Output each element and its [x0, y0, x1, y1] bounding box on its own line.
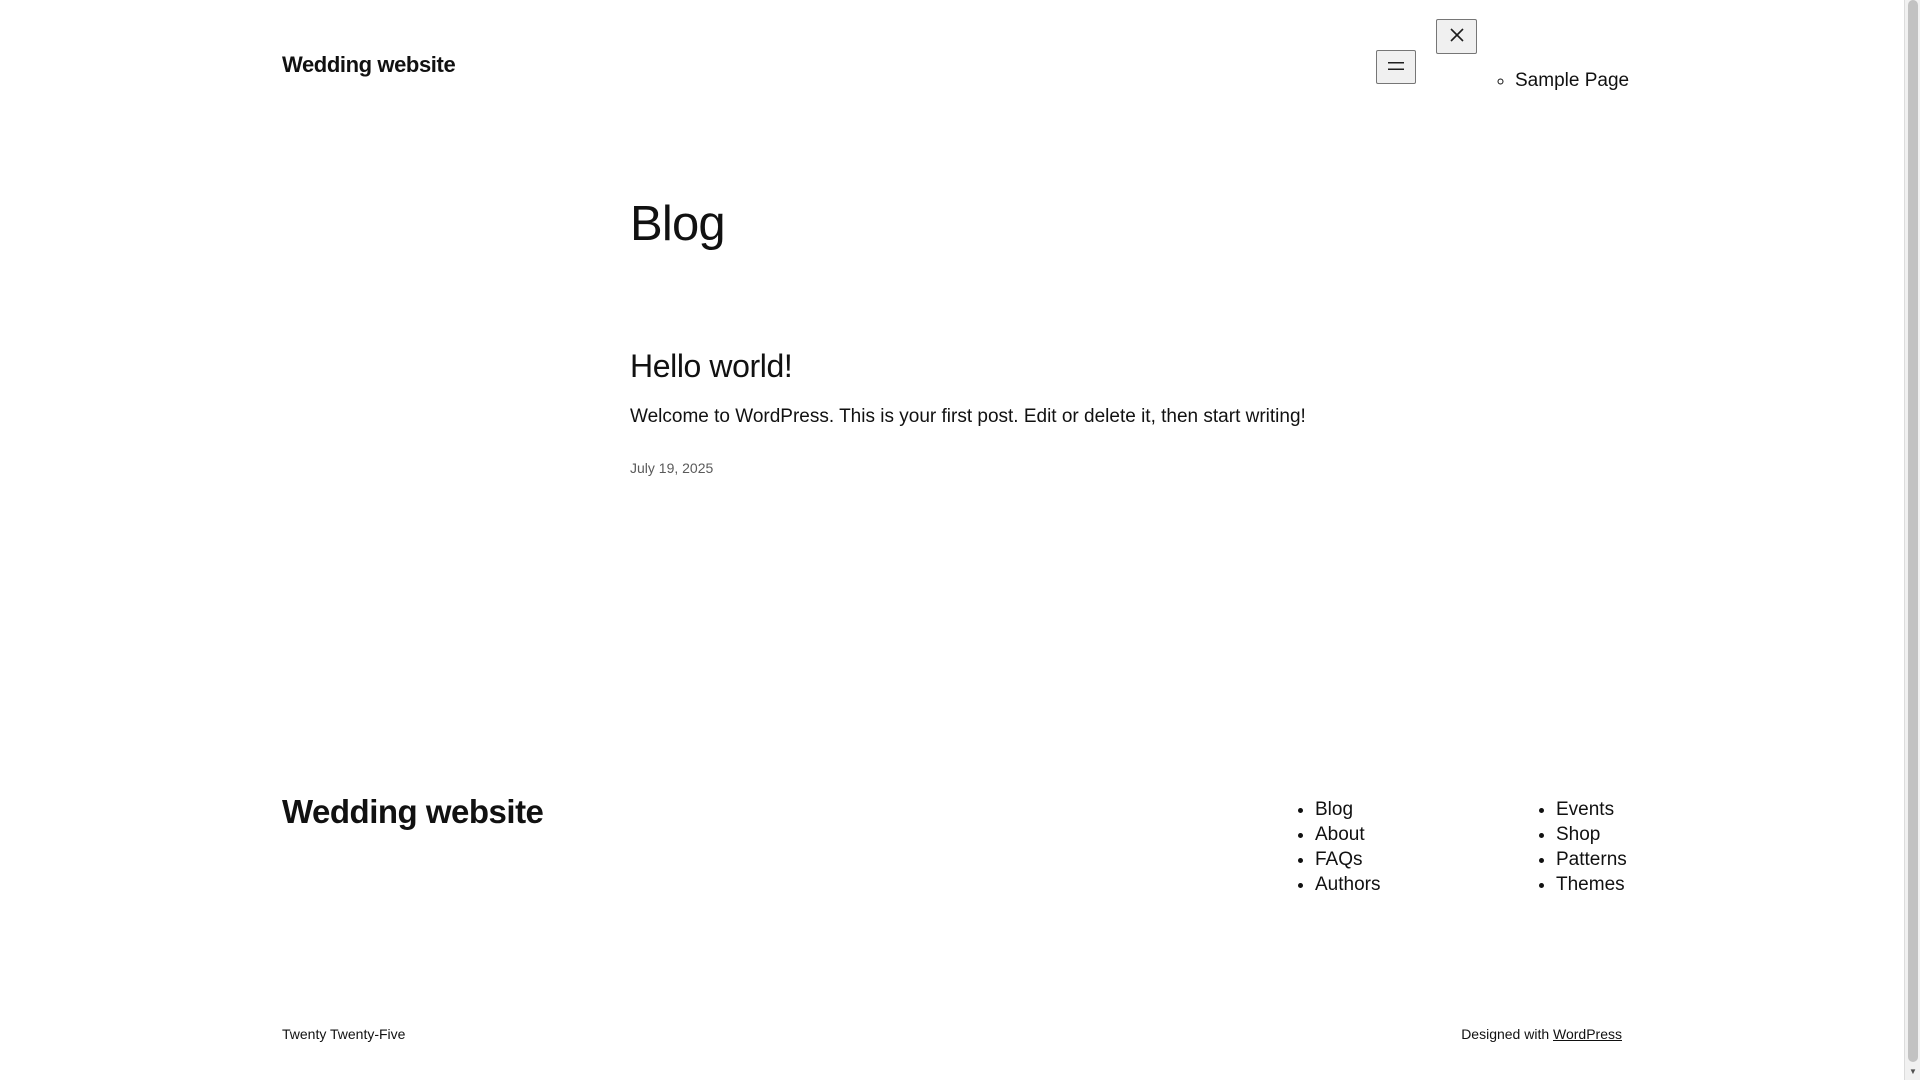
designed-with-text: Designed with [1461, 1026, 1554, 1042]
footer-nav-item-blog[interactable]: Blog [1315, 797, 1380, 822]
page: Wedding website Sample Page Blog Hello w… [0, 0, 1920, 1080]
scrollbar-thumb[interactable] [1908, 0, 1918, 1062]
close-menu-button[interactable] [1436, 19, 1477, 54]
footer-nav-label[interactable]: Blog [1315, 799, 1353, 820]
footer-nav-label[interactable]: Patterns [1556, 849, 1627, 870]
footer-nav-item-shop[interactable]: Shop [1556, 822, 1627, 847]
footer-site-title-link[interactable]: Wedding website [282, 793, 544, 830]
site-title-link[interactable]: Wedding website [282, 52, 456, 78]
hamburger-menu-icon [1386, 60, 1406, 75]
theme-credit: Twenty Twenty-Five [282, 1026, 406, 1042]
footer-nav-label[interactable]: About [1315, 824, 1365, 845]
footer-nav-label[interactable]: FAQs [1315, 849, 1363, 870]
post-excerpt: Welcome to WordPress. This is your first… [630, 406, 1306, 427]
footer-navigation-primary: Blog About FAQs Authors [1296, 797, 1380, 897]
nav-item-sample-page[interactable]: Sample Page [1515, 70, 1629, 92]
footer-navigation-secondary: Events Shop Patterns Themes [1537, 797, 1627, 897]
footer-nav-item-themes[interactable]: Themes [1556, 872, 1627, 897]
footer-nav-label[interactable]: Events [1556, 799, 1614, 820]
scroll-down-arrow-icon[interactable]: ▼ [1905, 1064, 1920, 1080]
footer-nav-item-about[interactable]: About [1315, 822, 1380, 847]
footer-nav-label[interactable]: Authors [1315, 874, 1380, 895]
post-date[interactable]: July 19, 2025 [630, 460, 713, 476]
footer-nav-item-authors[interactable]: Authors [1315, 872, 1380, 897]
open-menu-button[interactable] [1376, 50, 1416, 84]
footer-nav-label[interactable]: Themes [1556, 874, 1625, 895]
footer-nav-item-patterns[interactable]: Patterns [1556, 847, 1627, 872]
page-title: Blog [630, 197, 726, 251]
post-title-link[interactable]: Hello world! [630, 348, 793, 385]
footer-nav-item-faqs[interactable]: FAQs [1315, 847, 1380, 872]
footer-nav-item-events[interactable]: Events [1556, 797, 1627, 822]
wordpress-link[interactable]: WordPress [1553, 1026, 1622, 1042]
footer-nav-label[interactable]: Shop [1556, 824, 1600, 845]
vertical-scrollbar[interactable]: ▼ [1904, 0, 1920, 1080]
designed-with-credit: Designed with WordPress [1461, 1026, 1622, 1042]
nav-item-label[interactable]: Sample Page [1515, 70, 1629, 91]
overlay-navigation: Sample Page [1496, 70, 1629, 92]
close-icon [1448, 26, 1466, 47]
